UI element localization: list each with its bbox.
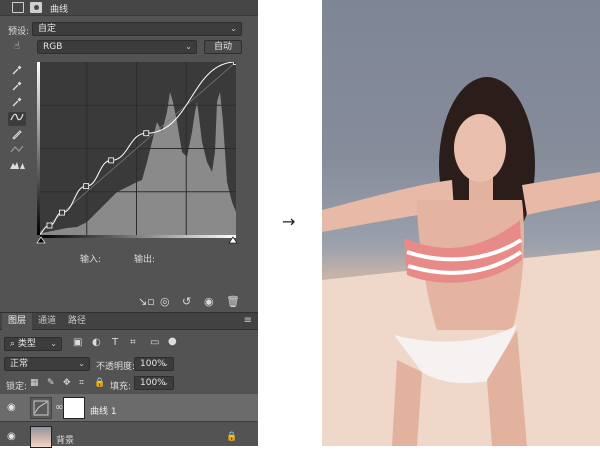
visibility-eye-icon[interactable]: ◉ [7,431,16,442]
layers-tab-bar: 图层 通道 路径 ≡ [0,312,258,330]
lock-all-icon[interactable]: 🔒 [94,378,105,388]
output-gradient-bar [37,62,40,235]
curve-point[interactable] [46,222,53,229]
clip-to-layer-icon[interactable]: ↘▫ [138,295,155,308]
view-previous-state-icon[interactable]: ◎ [160,295,170,308]
input-gradient-bar [40,235,236,238]
curve-point[interactable] [83,183,90,190]
clipping-warning-icon[interactable] [8,160,26,174]
fill-field[interactable]: 100% ⌄ [134,376,174,390]
filter-smart-object-icon[interactable]: ▭ [150,337,159,348]
blend-mode-value: 正常 [10,359,29,369]
properties-footer: ↘▫ ◎ ↺ ◉ 🗑 [0,294,258,310]
chevron-down-icon: ⌄ [50,339,57,348]
panel-menu-icon[interactable]: ≡ [244,315,252,326]
curve-point[interactable] [233,59,239,65]
trash-icon[interactable]: 🗑 [226,295,240,308]
input-label: 输入: [80,255,102,265]
pencil-icon[interactable] [8,128,26,142]
curve-point[interactable] [59,209,65,216]
visibility-eye-icon[interactable]: ◉ [7,402,16,413]
lock-transparent-icon[interactable]: ▦ [30,378,39,388]
tab-paths[interactable]: 路径 [62,313,92,330]
curve-point[interactable] [108,157,115,164]
layer-mask-icon[interactable] [30,2,42,13]
filter-value: 类型 [17,339,36,349]
chevron-down-icon: ⌄ [185,42,192,51]
background-layer-thumbnail [30,426,52,448]
smooth-curve-icon[interactable] [8,144,26,158]
preset-value: 自定 [38,24,57,34]
opacity-label: 不透明度: [96,362,136,372]
output-label: 输出: [134,255,156,265]
layer-row-background[interactable]: ◉ 背景 🔒 [0,423,258,451]
lock-label: 锁定: [6,382,28,392]
reset-icon[interactable]: ↺ [182,295,191,308]
black-point-eyedropper-icon[interactable] [8,64,26,78]
preset-select[interactable]: 自定 ⌄ [32,22,242,36]
chevron-down-icon: ⌄ [162,378,169,387]
tab-layers[interactable]: 图层 [2,313,33,330]
auto-button[interactable]: 自动 [204,40,242,54]
white-point-eyedropper-icon[interactable] [8,96,26,110]
layer-filter-select[interactable]: ⌕ 类型 ⌄ [4,337,62,351]
tab-channels[interactable]: 通道 [32,313,62,330]
lock-artboard-icon[interactable]: ⌗ [79,378,84,388]
black-point-slider[interactable] [36,236,46,244]
target-adjust-hand-icon[interactable]: ☝ [8,40,26,54]
properties-title-bar: 曲线 [0,0,258,16]
layer-mask-thumbnail[interactable] [63,397,85,419]
result-photo [322,0,600,446]
blend-mode-select[interactable]: 正常 ⌄ [4,357,90,371]
curves-adjustment-icon[interactable] [12,2,24,13]
properties-layers-panel: 曲线 预设: 自定 ⌄ ☝ RGB ⌄ 自动 输入: 输出: ↘▫ ◎ ↺ ◉ … [0,0,258,448]
lock-icon: 🔒 [226,432,238,442]
opacity-field[interactable]: 100% ⌄ [134,357,174,371]
filter-adjustment-icon[interactable]: ◐ [92,337,101,348]
photo-figure [322,77,600,446]
layer-row-curves-1[interactable]: ◉ ∞ 曲线 1 [0,394,258,422]
visibility-eye-icon[interactable]: ◉ [204,295,214,308]
curves-graph[interactable] [34,59,239,238]
lock-position-icon[interactable]: ✥ [63,378,71,388]
chevron-down-icon: ⌄ [230,24,237,33]
filter-type-icon[interactable]: T [112,337,118,348]
filter-shape-icon[interactable]: ⌗ [130,337,136,348]
layer-name[interactable]: 曲线 1 [90,404,117,417]
curve-point[interactable] [143,130,150,137]
adjustment-layer-thumbnail [30,397,52,419]
preset-label: 预设: [8,27,30,37]
panel-title: 曲线 [50,5,69,15]
filter-pixel-icon[interactable]: ▣ [73,337,82,348]
lock-image-icon[interactable]: ✎ [47,378,55,388]
channel-select[interactable]: RGB ⌄ [37,40,197,54]
channel-value: RGB [43,42,63,52]
white-point-slider[interactable] [228,236,238,244]
gray-point-eyedropper-icon[interactable] [8,80,26,94]
fill-label: 填充: [110,382,132,392]
chevron-down-icon: ⌄ [162,359,169,368]
curve-edit-points-icon[interactable] [8,112,26,126]
filter-toggle-icon[interactable]: ● [168,336,177,347]
search-icon: ⌕ [10,339,16,349]
arrow-icon: → [282,212,296,231]
layer-name[interactable]: 背景 [56,433,74,446]
curves-graph-svg[interactable] [34,59,239,238]
chevron-down-icon: ⌄ [78,359,85,368]
